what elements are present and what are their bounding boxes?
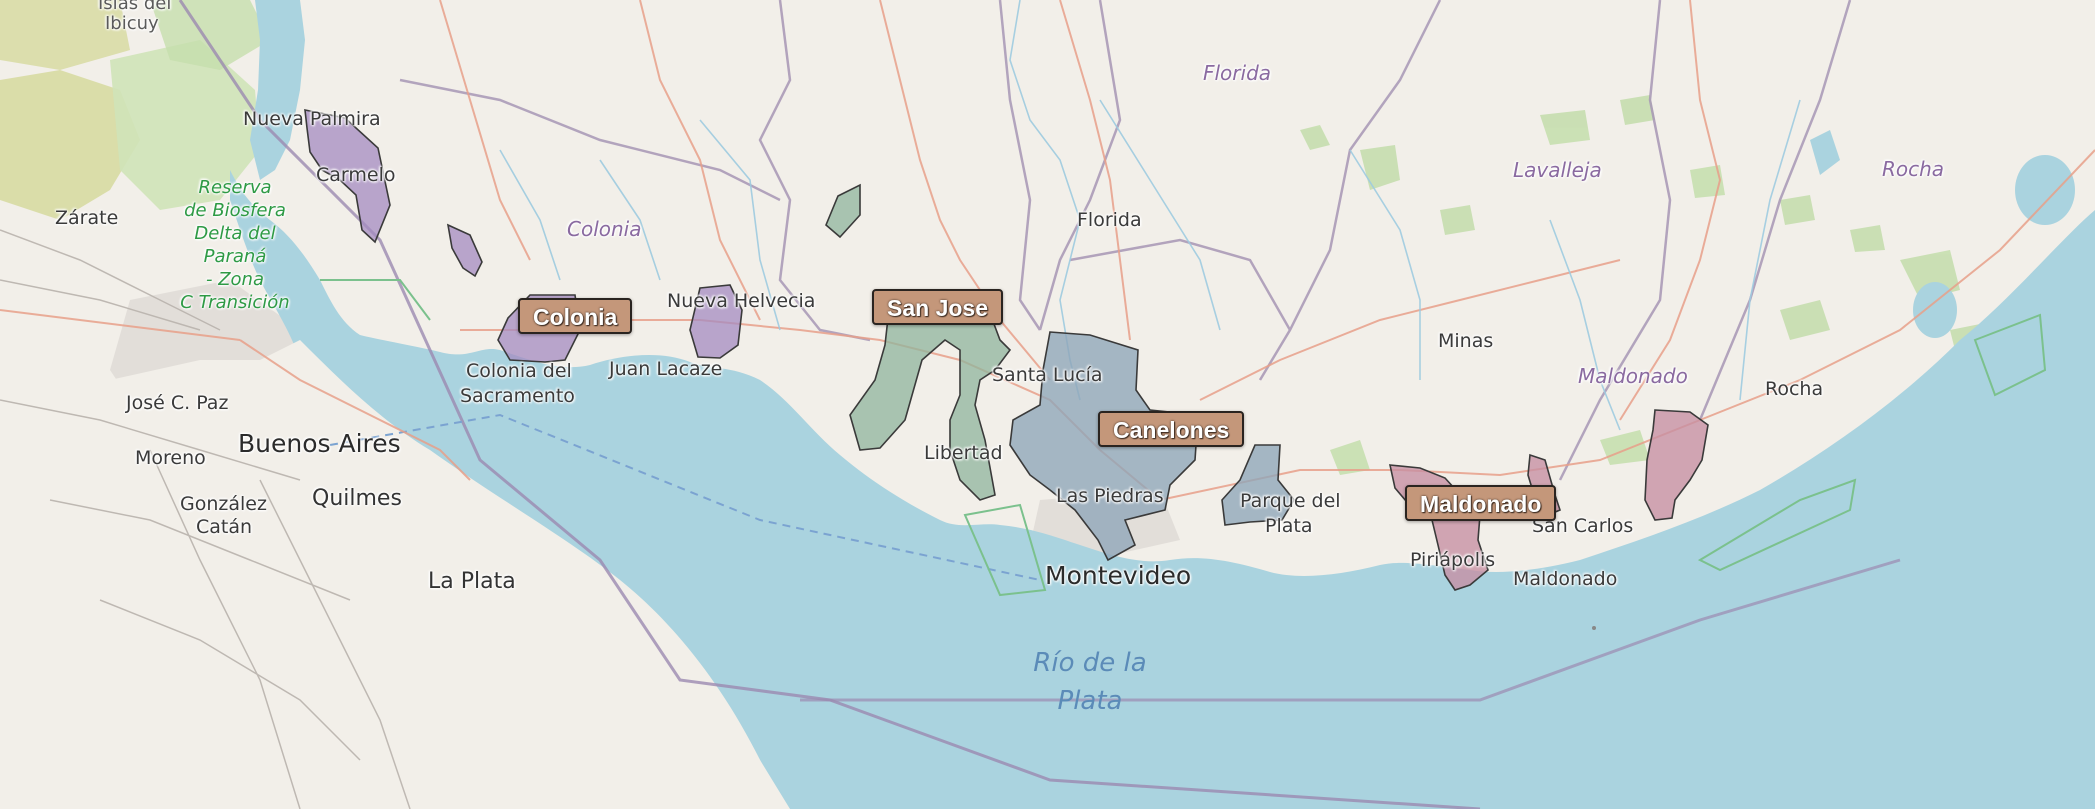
islet-dot: [1592, 626, 1596, 630]
department-label-san-jose[interactable]: San Jose: [872, 289, 1003, 325]
laguna-negra: [2015, 155, 2075, 225]
map-base-layer: [0, 0, 2095, 809]
colonia-polygon-4[interactable]: [689, 284, 743, 359]
department-label-maldonado[interactable]: Maldonado: [1405, 485, 1557, 521]
map-view[interactable]: Islas del Ibicuy Nueva Palmira Carmelo Z…: [0, 0, 2095, 809]
department-label-canelones[interactable]: Canelones: [1098, 411, 1245, 447]
department-label-colonia[interactable]: Colonia: [518, 298, 633, 334]
